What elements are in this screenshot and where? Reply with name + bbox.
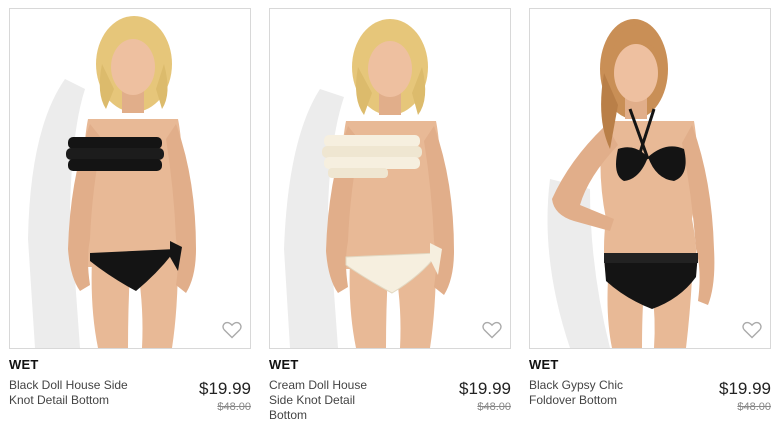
product-info: WET Cream Doll House Side Knot Detail Bo…	[269, 357, 511, 423]
product-original-price: $48.00	[217, 401, 251, 413]
product-name-link[interactable]: Cream Doll House Side Knot Detail Bottom	[269, 378, 389, 423]
product-image[interactable]	[269, 8, 511, 349]
product-grid: WET Black Doll House Side Knot Detail Bo…	[0, 0, 778, 433]
model-photo	[547, 19, 715, 348]
product-price: $19.99	[199, 379, 251, 398]
product-card: WET Black Doll House Side Knot Detail Bo…	[9, 8, 251, 428]
heart-outline-icon[interactable]	[222, 321, 242, 339]
model-photo	[28, 16, 196, 348]
product-price: $19.99	[719, 379, 771, 398]
heart-outline-icon[interactable]	[482, 321, 502, 339]
product-original-price: $48.00	[477, 401, 511, 413]
product-name-link[interactable]: Black Gypsy Chic Foldover Bottom	[529, 378, 649, 408]
product-original-price: $48.00	[737, 401, 771, 413]
product-info: WET Black Doll House Side Knot Detail Bo…	[9, 357, 251, 413]
product-price: $19.99	[459, 379, 511, 398]
product-name-link[interactable]: Black Doll House Side Knot Detail Bottom	[9, 378, 129, 408]
model-photo	[284, 19, 454, 348]
product-image[interactable]	[529, 8, 771, 349]
product-info: WET Black Gypsy Chic Foldover Bottom $19…	[529, 357, 771, 413]
product-image[interactable]	[9, 8, 251, 349]
product-card: WET Cream Doll House Side Knot Detail Bo…	[269, 8, 511, 428]
product-card: WET Black Gypsy Chic Foldover Bottom $19…	[529, 8, 771, 428]
product-brand: WET	[9, 357, 39, 372]
product-brand: WET	[269, 357, 299, 372]
heart-outline-icon[interactable]	[742, 321, 762, 339]
product-brand: WET	[529, 357, 559, 372]
